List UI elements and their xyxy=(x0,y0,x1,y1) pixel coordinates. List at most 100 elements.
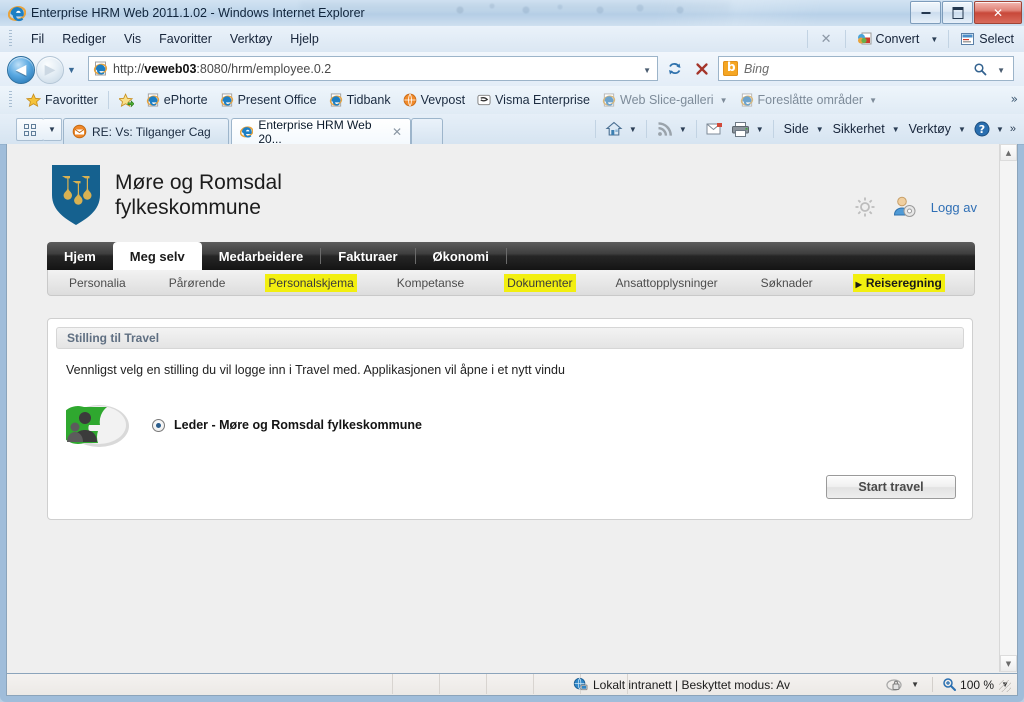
favorites-divider xyxy=(107,91,109,109)
favorite-present-office[interactable]: Present Office xyxy=(214,90,323,110)
maximize-button[interactable] xyxy=(942,1,973,24)
print-button[interactable] xyxy=(727,121,754,138)
position-radio[interactable] xyxy=(152,418,165,432)
menu-vis[interactable]: Vis xyxy=(115,30,150,48)
print-caret-icon[interactable]: ▼ xyxy=(754,125,768,134)
toolbar-divider xyxy=(948,30,950,48)
main-tab-fakturaer[interactable]: Fakturaer xyxy=(321,242,414,270)
toolbar-divider xyxy=(806,30,808,48)
main-tab-medarbeidere[interactable]: Medarbeidere xyxy=(202,242,321,270)
subnav-ansattopplysninger[interactable]: Ansattopplysninger xyxy=(613,274,721,292)
subnav-dokumenter[interactable]: Dokumenter xyxy=(504,273,576,292)
address-dropdown-icon[interactable]: ▼ xyxy=(643,66,651,75)
user-gear-icon[interactable] xyxy=(891,194,917,220)
main-tab-okonomi[interactable]: Økonomi xyxy=(416,242,506,270)
menu-verktoy[interactable]: Verktøy xyxy=(221,30,281,48)
command-side[interactable]: Side xyxy=(779,122,814,136)
subnav-soknader[interactable]: Søknader xyxy=(758,274,816,292)
subnav-personalskjema[interactable]: Personalskjema xyxy=(265,273,357,292)
logout-link[interactable]: Logg av xyxy=(931,200,977,215)
back-button[interactable]: ◀ xyxy=(7,56,35,84)
zoom-level[interactable]: 100 % xyxy=(960,678,994,692)
select-button[interactable]: Select xyxy=(954,30,1020,49)
favorite-foreslatte-omrader[interactable]: Foreslåtte områder ▼ xyxy=(734,90,884,110)
help-caret-icon[interactable]: ▼ xyxy=(994,125,1008,134)
minimize-button[interactable] xyxy=(910,1,941,24)
zoom-icon[interactable] xyxy=(942,677,957,692)
subnav-parorende[interactable]: Pårørende xyxy=(166,274,229,292)
privacy-lock-icon[interactable] xyxy=(886,677,904,693)
search-dropdown-icon[interactable]: ▼ xyxy=(997,66,1005,75)
privacy-caret-icon[interactable]: ▼ xyxy=(907,680,923,689)
title-bar: Enterprise HRM Web 2011.1.02 - Windows I… xyxy=(0,0,1024,27)
browser-tab-1[interactable]: RE: Vs: Tilganger Cag xyxy=(63,118,229,144)
scroll-up-button[interactable]: ▲ xyxy=(1000,144,1017,161)
subnav-kompetanse[interactable]: Kompetanse xyxy=(394,274,467,292)
tab-list-button[interactable]: ▼ xyxy=(43,118,62,141)
brand-line-1: Møre og Romsdal xyxy=(115,171,282,194)
sikkerhet-caret-icon[interactable]: ▼ xyxy=(890,125,904,134)
subnav-personalia[interactable]: Personalia xyxy=(66,274,129,292)
search-input[interactable]: Bing xyxy=(744,62,769,76)
new-tab-button[interactable] xyxy=(411,118,443,144)
vertical-scrollbar[interactable]: ▲ ▼ xyxy=(999,144,1017,672)
convert-button[interactable]: Convert xyxy=(851,30,926,49)
menu-grip[interactable] xyxy=(9,30,12,47)
refresh-icon xyxy=(669,62,681,74)
subnav-reiseregning[interactable]: ▶ Reiseregning xyxy=(852,273,945,292)
forward-button[interactable]: ▶ xyxy=(36,56,64,84)
favorites-overflow-icon[interactable]: » xyxy=(1011,92,1018,106)
menu-hjelp[interactable]: Hjelp xyxy=(281,30,328,48)
verktoy-caret-icon[interactable]: ▼ xyxy=(956,125,970,134)
home-caret-icon[interactable]: ▼ xyxy=(627,125,641,134)
menu-fil[interactable]: Fil xyxy=(22,30,53,48)
main-tab-meg-selv[interactable]: Meg selv xyxy=(112,242,202,270)
status-bar: Lokalt intranett | Beskyttet modus: Av ▼… xyxy=(6,674,1018,696)
address-input[interactable]: http://veweb03:8080/hrm/employee.0.2 ▼ xyxy=(88,56,658,81)
page-content: Møre og Romsdal fylkeskommune Logg av Hj… xyxy=(7,144,1002,672)
menu-favoritter[interactable]: Favoritter xyxy=(150,30,221,48)
main-tab-hjem[interactable]: Hjem xyxy=(47,242,113,270)
resize-grip[interactable] xyxy=(999,679,1011,692)
favorite-label: Web Slice-galleri xyxy=(620,93,714,107)
start-travel-button[interactable]: Start travel xyxy=(826,475,956,499)
more-og-romsdal-shield-logo xyxy=(52,165,100,225)
history-dropdown-icon[interactable]: ▼ xyxy=(67,65,76,75)
scroll-down-button[interactable]: ▼ xyxy=(1000,655,1017,672)
add-to-favorites-bar-button[interactable] xyxy=(113,90,140,111)
help-button[interactable]: ? xyxy=(970,121,994,137)
mail-icon xyxy=(706,123,722,135)
command-overflow-icon[interactable]: » xyxy=(1008,123,1020,135)
security-zone[interactable]: Lokalt intranett | Beskyttet modus: Av xyxy=(573,677,790,692)
refresh-button[interactable] xyxy=(663,56,687,81)
side-caret-icon[interactable]: ▼ xyxy=(814,125,828,134)
addon-close-icon[interactable]: ✕ xyxy=(813,32,840,47)
command-sikkerhet[interactable]: Sikkerhet xyxy=(828,122,890,136)
favorite-web-slice-galleri[interactable]: Web Slice-galleri ▼ xyxy=(596,90,733,110)
quick-tabs-button[interactable] xyxy=(16,118,44,141)
menu-rediger[interactable]: Rediger xyxy=(53,30,115,48)
gear-icon[interactable] xyxy=(853,195,877,219)
chevron-down-icon[interactable]: ▼ xyxy=(720,96,728,105)
read-mail-button[interactable] xyxy=(702,122,727,136)
tab-close-icon[interactable]: ✕ xyxy=(392,125,402,139)
tab-label: Enterprise HRM Web 20... xyxy=(258,117,372,146)
close-button[interactable]: ✕ xyxy=(974,1,1022,24)
home-button[interactable] xyxy=(601,120,627,138)
favorites-button[interactable]: Favoritter xyxy=(20,90,104,111)
chevron-down-icon[interactable]: ▼ xyxy=(869,96,877,105)
feeds-caret-icon[interactable]: ▼ xyxy=(677,125,691,134)
stop-button[interactable] xyxy=(690,56,714,81)
convert-caret-icon[interactable]: ▼ xyxy=(925,35,943,44)
favorite-ephorte[interactable]: ePhorte xyxy=(140,90,214,110)
search-icon[interactable] xyxy=(973,62,987,76)
browser-tab-2[interactable]: Enterprise HRM Web 20... ✕ xyxy=(231,117,411,146)
favorite-visma-enterprise[interactable]: Visma Enterprise xyxy=(471,90,596,110)
command-verktoy[interactable]: Verktøy xyxy=(904,122,956,136)
favorites-grip[interactable] xyxy=(9,91,12,109)
main-tabs: Hjem Meg selv Medarbeidere Fakturaer Øko… xyxy=(47,242,975,270)
favorite-vevpost[interactable]: Vevpost xyxy=(397,90,471,110)
search-box[interactable]: Bing ▼ xyxy=(718,56,1014,81)
feeds-button[interactable] xyxy=(652,121,677,138)
favorite-tidbank[interactable]: Tidbank xyxy=(323,90,397,110)
